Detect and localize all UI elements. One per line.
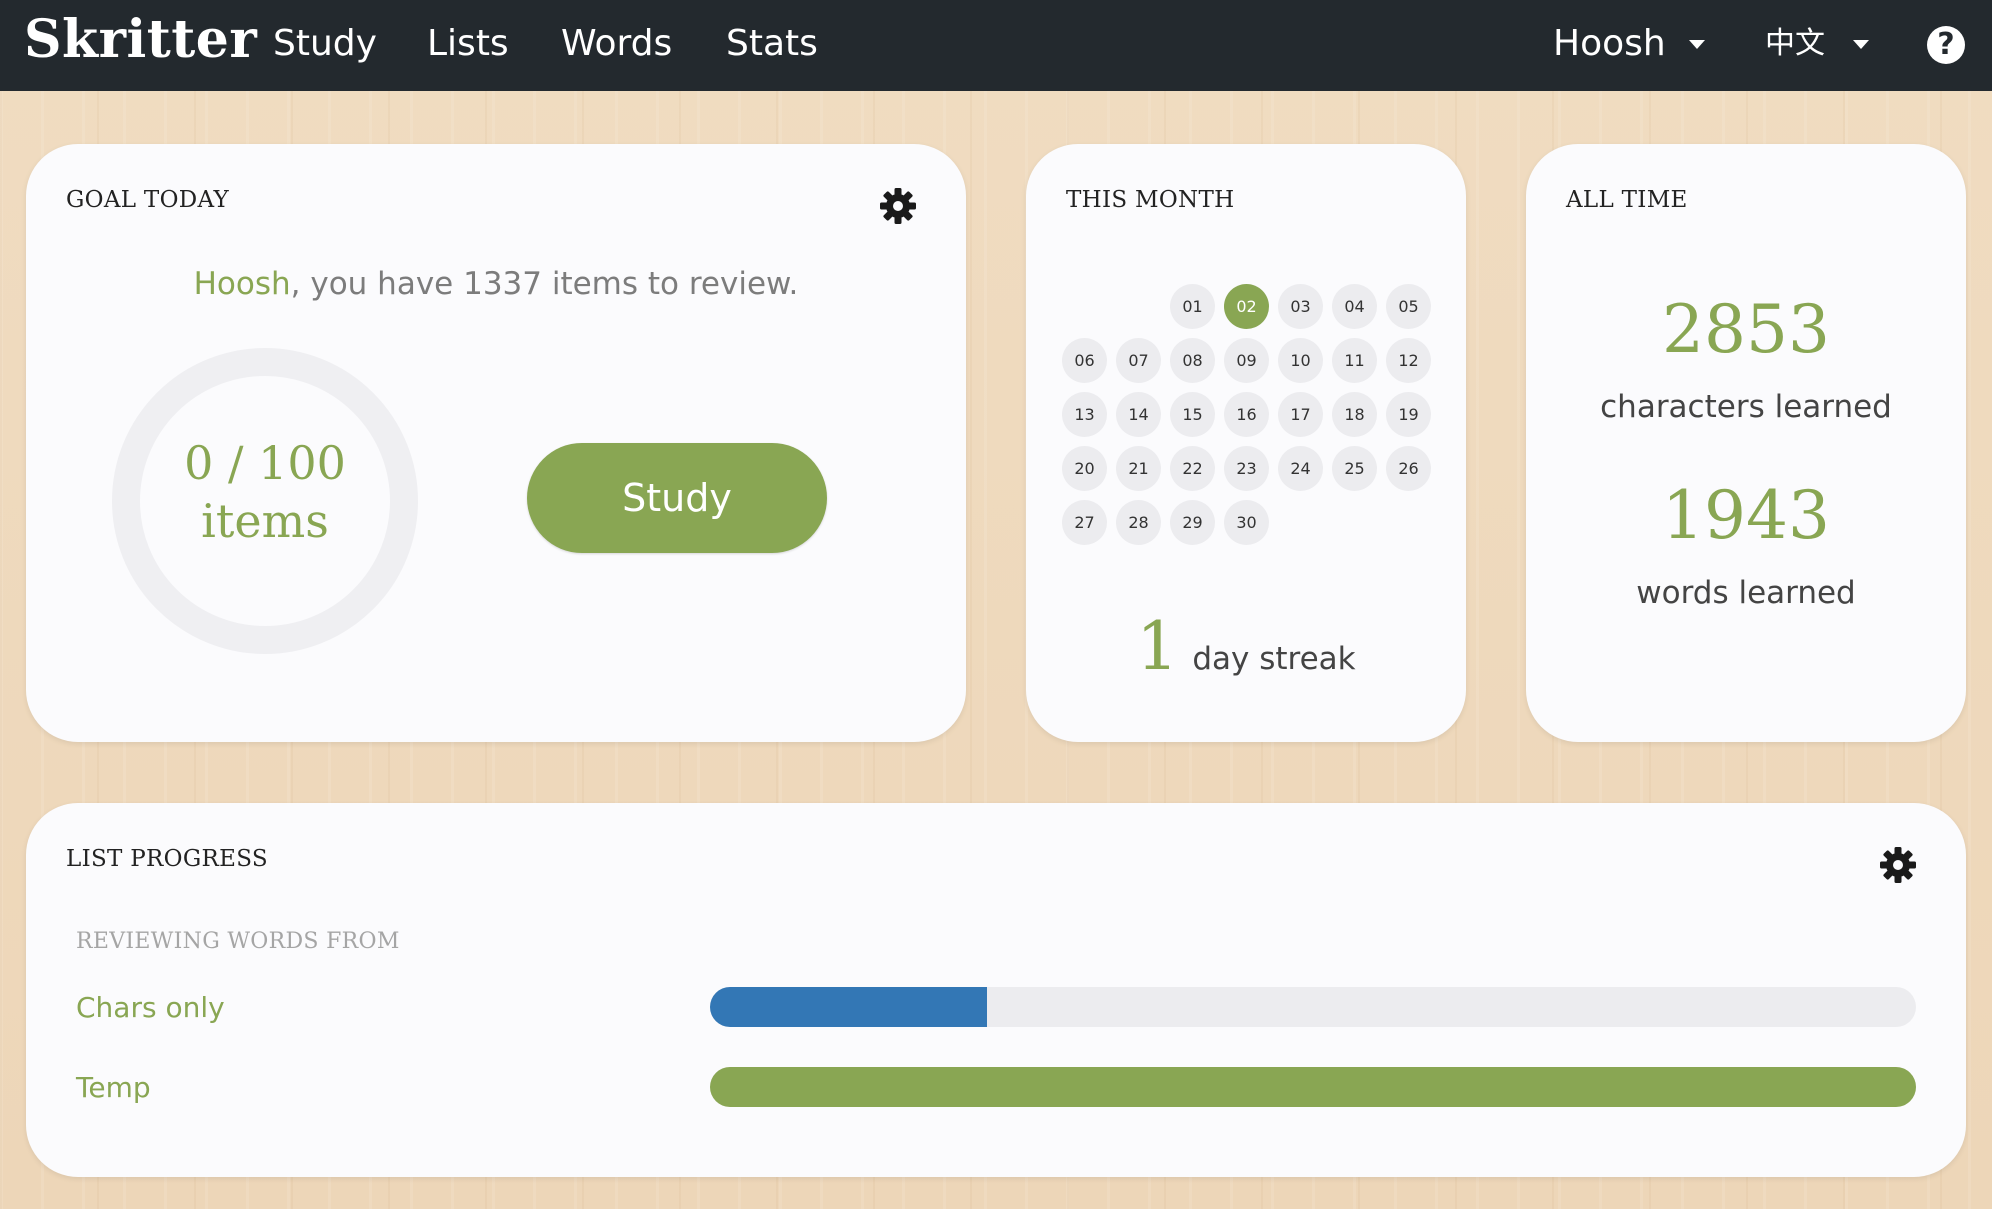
day-streak: 1 day streak: [1026, 612, 1466, 682]
chevron-down-icon: [1853, 40, 1869, 49]
calendar-day[interactable]: 27: [1062, 500, 1107, 545]
calendar-day[interactable]: 22: [1170, 446, 1215, 491]
this-month-card: THIS MONTH 01 02 03 04 05 06 07 08 09 10 11 12 13 14 1…: [1026, 144, 1466, 742]
nav-words[interactable]: Words: [561, 22, 672, 66]
calendar-day[interactable]: 07: [1116, 338, 1161, 383]
list-name-chars-only[interactable]: Chars only: [76, 990, 225, 1026]
calendar-day[interactable]: 15: [1170, 392, 1215, 437]
calendar-day[interactable]: 25: [1332, 446, 1377, 491]
calendar-day[interactable]: 02: [1224, 284, 1269, 329]
calendar-day[interactable]: 04: [1332, 284, 1377, 329]
review-username[interactable]: Hoosh: [194, 266, 291, 302]
top-navigation-bar: Skritter Study Lists Words Stats Hoosh 中…: [0, 0, 1992, 91]
calendar-day[interactable]: 30: [1224, 500, 1269, 545]
chevron-down-icon: [1689, 40, 1705, 49]
review-text: , you have 1337 items to review.: [290, 266, 799, 302]
calendar-day[interactable]: 12: [1386, 338, 1431, 383]
list-name-temp[interactable]: Temp: [76, 1070, 151, 1106]
calendar-day[interactable]: 20: [1062, 446, 1107, 491]
all-time-card: ALL TIME 2853 characters learned 1943 wo…: [1526, 144, 1966, 742]
language-menu[interactable]: 中文: [1765, 24, 1869, 68]
characters-learned-count: 2853: [1662, 291, 1830, 368]
calendar-day[interactable]: 28: [1116, 500, 1161, 545]
question-circle-icon[interactable]: ?: [1927, 26, 1965, 64]
goal-progress-text: 0 / 100 items: [112, 434, 418, 550]
goal-today-card: GOAL TODAY Hoosh, you have 1337 items to…: [26, 144, 966, 742]
nav-study[interactable]: Study: [273, 22, 377, 66]
this-month-title: THIS MONTH: [1066, 187, 1235, 213]
nav-lists[interactable]: Lists: [427, 22, 509, 66]
calendar-day[interactable]: 24: [1278, 446, 1323, 491]
calendar-day[interactable]: 03: [1278, 284, 1323, 329]
streak-label: day streak: [1192, 641, 1356, 677]
goal-progress-unit: items: [201, 494, 329, 548]
review-message: Hoosh, you have 1337 items to review.: [26, 264, 966, 304]
study-button[interactable]: Study: [527, 443, 827, 553]
goal-progress-fraction: 0 / 100: [184, 436, 346, 490]
calendar-day[interactable]: 29: [1170, 500, 1215, 545]
language-label: 中文: [1765, 26, 1825, 61]
calendar-day[interactable]: 11: [1332, 338, 1377, 383]
calendar-day[interactable]: 19: [1386, 392, 1431, 437]
reviewing-words-from-label: REVIEWING WORDS FROM: [76, 929, 400, 954]
list-progress-fill: [710, 1067, 1916, 1107]
calendar-day[interactable]: 10: [1278, 338, 1323, 383]
calendar-day[interactable]: 17: [1278, 392, 1323, 437]
calendar-day[interactable]: 21: [1116, 446, 1161, 491]
list-progress-track: [710, 987, 1916, 1027]
list-progress-track: [710, 1067, 1916, 1107]
calendar-day[interactable]: 01: [1170, 284, 1215, 329]
calendar-day[interactable]: 14: [1116, 392, 1161, 437]
calendar-day[interactable]: 26: [1386, 446, 1431, 491]
calendar-day[interactable]: 06: [1062, 338, 1107, 383]
calendar-day[interactable]: 08: [1170, 338, 1215, 383]
words-learned-label: words learned: [1636, 575, 1856, 611]
brand-logo[interactable]: Skritter: [24, 8, 257, 72]
streak-count: 1: [1136, 608, 1179, 685]
nav-stats[interactable]: Stats: [726, 22, 818, 66]
all-time-title: ALL TIME: [1566, 187, 1688, 213]
calendar-day[interactable]: 09: [1224, 338, 1269, 383]
goal-today-title: GOAL TODAY: [66, 187, 229, 213]
user-menu[interactable]: Hoosh: [1553, 22, 1705, 66]
calendar-day[interactable]: 23: [1224, 446, 1269, 491]
characters-learned-label: characters learned: [1600, 389, 1892, 425]
calendar-day[interactable]: 13: [1062, 392, 1107, 437]
list-progress-fill: [710, 987, 988, 1027]
words-learned-count: 1943: [1662, 477, 1830, 554]
list-progress-title: LIST PROGRESS: [66, 846, 268, 872]
gear-icon[interactable]: [1878, 845, 1918, 885]
list-progress-card: LIST PROGRESS REVIEWING WORDS FROM Chars…: [26, 803, 1966, 1177]
calendar-day[interactable]: 05: [1386, 284, 1431, 329]
gear-icon[interactable]: [878, 186, 918, 226]
user-name: Hoosh: [1553, 23, 1666, 64]
calendar-day[interactable]: 16: [1224, 392, 1269, 437]
calendar-day[interactable]: 18: [1332, 392, 1377, 437]
